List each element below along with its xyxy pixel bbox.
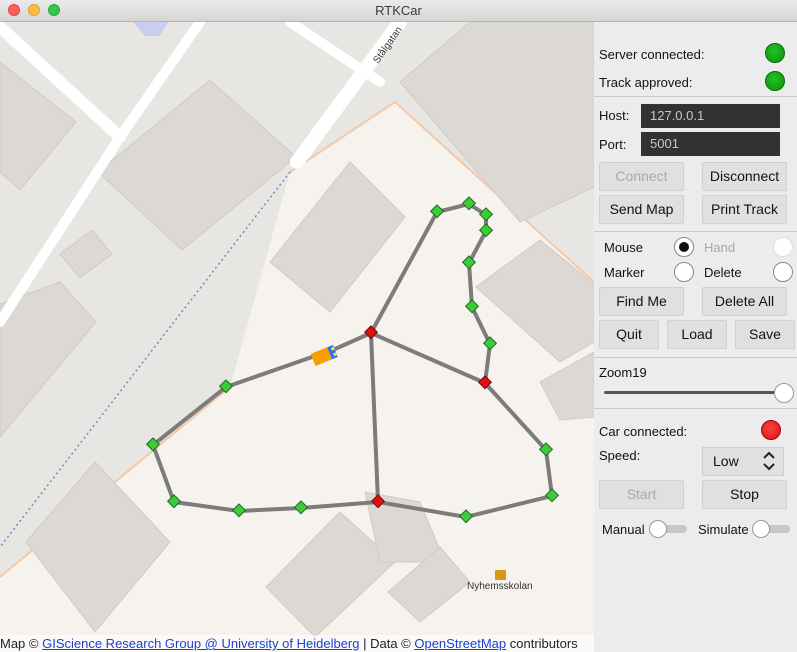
map-view[interactable]: Stålgatan Nyhemsskolan Map © GIScience R… xyxy=(0,22,594,652)
mode-delete-radio[interactable] xyxy=(773,262,793,282)
load-button[interactable]: Load xyxy=(667,320,727,349)
host-label: Host: xyxy=(599,108,630,123)
simulate-label: Simulate xyxy=(698,522,749,537)
school-label: Nyhemsskolan xyxy=(467,581,533,592)
port-input[interactable]: 5001 xyxy=(641,132,780,156)
mode-mouse-radio[interactable] xyxy=(674,237,694,257)
save-button[interactable]: Save xyxy=(735,320,795,349)
mode-delete-label: Delete xyxy=(704,265,742,280)
stop-button[interactable]: Stop xyxy=(702,480,787,509)
speed-select[interactable]: Low xyxy=(702,447,784,476)
mode-marker-label: Marker xyxy=(604,265,645,280)
map-attribution: Map © GIScience Research Group @ Univers… xyxy=(0,635,594,652)
delete-all-button[interactable]: Delete All xyxy=(702,287,787,316)
print-track-button[interactable]: Print Track xyxy=(702,195,787,224)
quit-button[interactable]: Quit xyxy=(599,320,659,349)
divider xyxy=(594,408,797,409)
zoom-label: Zoom19 xyxy=(599,365,647,380)
mode-hand-radio[interactable] xyxy=(773,237,793,257)
track-approved-indicator xyxy=(765,71,785,91)
giscience-link[interactable]: GIScience Research Group @ University of… xyxy=(42,636,359,651)
control-panel: Server connected: Track approved: Host: … xyxy=(594,22,797,652)
mode-hand-label: Hand xyxy=(704,240,736,255)
mode-marker-radio[interactable] xyxy=(674,262,694,282)
port-label: Port: xyxy=(599,137,627,152)
attribution-prefix: Map © xyxy=(0,636,43,651)
attribution-middle: | Data © xyxy=(359,636,415,651)
zoom-slider-handle[interactable] xyxy=(774,383,794,403)
divider xyxy=(594,357,797,358)
start-button[interactable]: Start xyxy=(599,480,684,509)
host-input[interactable]: 127.0.0.1 xyxy=(641,104,780,128)
chevron-updown-icon xyxy=(763,451,775,471)
send-map-button[interactable]: Send Map xyxy=(599,195,684,224)
disconnect-button[interactable]: Disconnect xyxy=(702,162,787,191)
track-approved-label: Track approved: xyxy=(599,75,693,90)
car-connected-indicator xyxy=(761,420,781,440)
divider xyxy=(594,231,797,232)
manual-label: Manual xyxy=(602,522,645,537)
window-title: RTKCar xyxy=(375,3,422,18)
school-icon xyxy=(495,570,506,580)
car-connected-label: Car connected: xyxy=(599,424,688,439)
mode-mouse-label: Mouse xyxy=(604,240,644,255)
server-connected-label: Server connected: xyxy=(599,47,705,62)
find-me-button[interactable]: Find Me xyxy=(599,287,684,316)
simulate-toggle[interactable] xyxy=(752,520,792,538)
title-bar: RTKCar xyxy=(0,0,797,22)
zoom-slider[interactable] xyxy=(604,391,784,394)
attribution-suffix: contributors xyxy=(506,636,578,651)
speed-label: Speed: xyxy=(599,448,641,463)
manual-toggle[interactable] xyxy=(649,520,689,538)
map-canvas[interactable]: Stålgatan Nyhemsskolan xyxy=(0,22,594,652)
simulate-toggle-knob xyxy=(752,520,770,538)
openstreetmap-link[interactable]: OpenStreetMap xyxy=(414,636,506,651)
connect-button[interactable]: Connect xyxy=(599,162,684,191)
manual-toggle-knob xyxy=(649,520,667,538)
server-connected-indicator xyxy=(765,43,785,63)
speed-value: Low xyxy=(713,453,739,469)
divider xyxy=(594,96,797,97)
